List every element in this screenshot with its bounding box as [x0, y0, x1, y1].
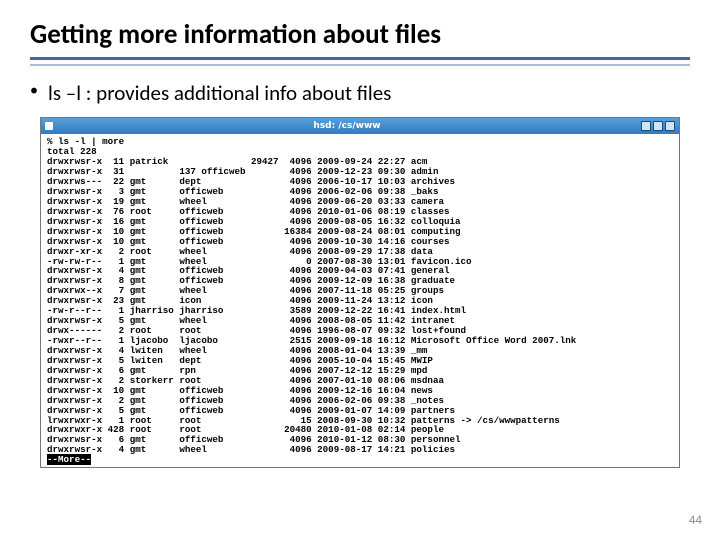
page-number: 44: [689, 513, 702, 528]
terminal-window: hsd: /cs/www % ls -l | more total 228 dr…: [40, 117, 680, 468]
terminal-title: hsd: /cs/www: [53, 121, 641, 131]
bullet-list: ls –l : provides additional info about f…: [30, 80, 690, 107]
maximize-icon: [653, 121, 663, 131]
bullet-item: ls –l : provides additional info about f…: [30, 80, 690, 107]
terminal-titlebar: hsd: /cs/www: [41, 118, 679, 134]
rule-secondary: [30, 64, 690, 66]
rule-primary: [30, 57, 690, 60]
minimize-icon: [641, 121, 651, 131]
page-title: Getting more information about files: [30, 18, 690, 51]
close-icon: [665, 121, 675, 131]
terminal-body: % ls -l | more total 228 drwxrwsr-x 11 p…: [41, 134, 679, 467]
more-prompt: --More--: [47, 454, 91, 465]
window-icon: [45, 122, 53, 130]
